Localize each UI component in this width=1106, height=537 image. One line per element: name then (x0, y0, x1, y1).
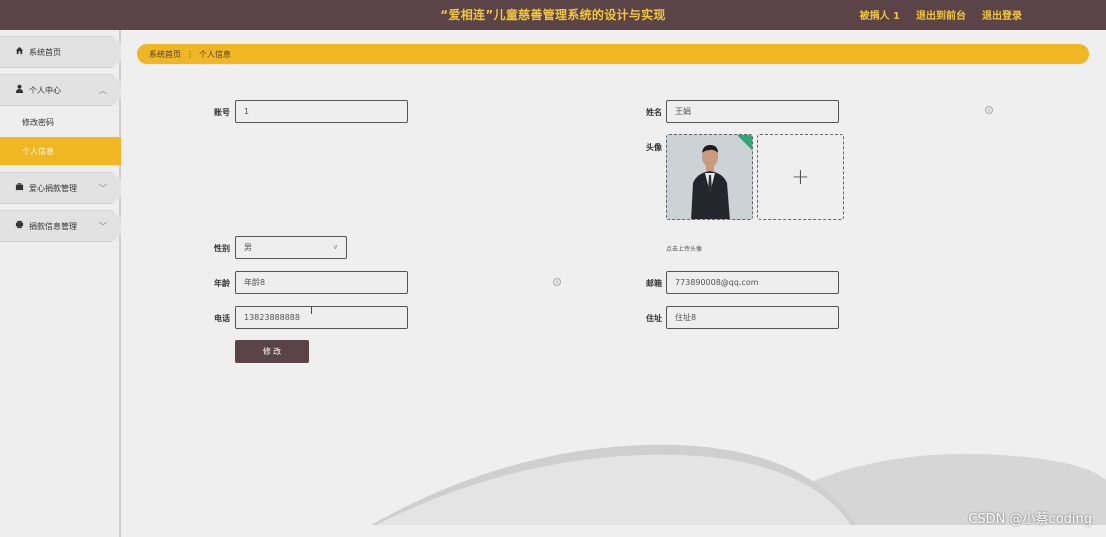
phone-label: 电话 (214, 314, 230, 323)
name-label: 姓名 (646, 108, 662, 117)
sidebar-item-label: 个人中心 (29, 85, 61, 95)
decorative-hills (121, 444, 1106, 537)
exit-to-frontend-link[interactable]: 退出到前台 (916, 7, 966, 22)
breadcrumb-home[interactable]: 系统首页 (149, 49, 181, 60)
breadcrumb-current: 个人信息 (199, 49, 231, 59)
sidebar-item-label: 个人信息 (22, 146, 54, 156)
upload-avatar-button[interactable]: + (757, 134, 844, 220)
gender-select-value: 男 (244, 243, 252, 252)
gender-label: 性别 (214, 244, 230, 253)
account-field[interactable]: 1 (235, 100, 408, 123)
upload-hint: 点击上传头像 (666, 246, 703, 253)
update-button[interactable]: 修 改 (235, 340, 309, 363)
sidebar-item-personal-info[interactable]: 个人信息 (0, 137, 121, 165)
text-cursor-icon: I (310, 306, 313, 317)
sidebar-item-change-password[interactable]: 修改密码 (0, 108, 121, 136)
sidebar-item-label: 系统首页 (29, 47, 61, 57)
printer-icon (14, 220, 24, 232)
address-label: 住址 (646, 314, 662, 323)
top-links: 被捐人 1 退出到前台 退出登录 (860, 7, 1022, 22)
sidebar-item-label: 修改密码 (22, 117, 54, 127)
watermark: CSDN @小蔡coding (968, 512, 1092, 527)
age-label: 年龄 (214, 279, 230, 288)
logout-link[interactable]: 退出登录 (982, 7, 1022, 22)
gender-select[interactable]: 男 ∨ (235, 236, 347, 259)
sidebar-item-donation-management[interactable]: 爱心捐款管理 ﹀ (0, 172, 121, 204)
sidebar-item-personal-center[interactable]: 个人中心 ︿ (0, 74, 121, 106)
current-user-label: 被捐人 1 (859, 11, 900, 22)
chevron-down-icon: ﹀ (99, 183, 107, 193)
chevron-down-icon: ∨ (332, 243, 338, 251)
avatar-label: 头像 (646, 143, 662, 152)
user-icon (14, 84, 24, 96)
name-field[interactable]: 王娟 (666, 100, 839, 123)
breadcrumb-separator: ⋮ (186, 49, 194, 59)
avatar-image[interactable] (666, 134, 753, 220)
sidebar: 系统首页 个人中心 ︿ 修改密码 个人信息 爱心捐款管理 ﹀ 捐款信息管理 ﹀ (0, 30, 121, 537)
chevron-up-icon: ︿ (99, 85, 107, 95)
age-field[interactable]: 年龄8 (235, 271, 408, 294)
top-bar: “爱相连”儿童慈善管理系统的设计与实现 被捐人 1 退出到前台 退出登录 (0, 0, 1106, 30)
sidebar-item-label: 爱心捐款管理 (29, 183, 77, 193)
sidebar-item-donation-info-management[interactable]: 捐款信息管理 ﹀ (0, 210, 121, 242)
sidebar-item-label: 捐款信息管理 (29, 221, 77, 231)
briefcase-icon (14, 182, 24, 194)
account-label: 账号 (214, 108, 230, 117)
address-field[interactable]: 住址8 (666, 306, 839, 329)
sidebar-item-home[interactable]: 系统首页 (0, 36, 121, 68)
phone-field[interactable]: 13823888888 (235, 306, 408, 329)
email-field[interactable]: 773890008@qq.com (666, 271, 839, 294)
clear-icon[interactable]: × (553, 278, 561, 286)
clear-icon[interactable]: × (985, 106, 993, 114)
home-icon (14, 46, 24, 58)
breadcrumb: 系统首页 ⋮ 个人信息 (137, 44, 1089, 64)
chevron-down-icon: ﹀ (99, 221, 107, 231)
email-label: 邮箱 (646, 279, 662, 288)
